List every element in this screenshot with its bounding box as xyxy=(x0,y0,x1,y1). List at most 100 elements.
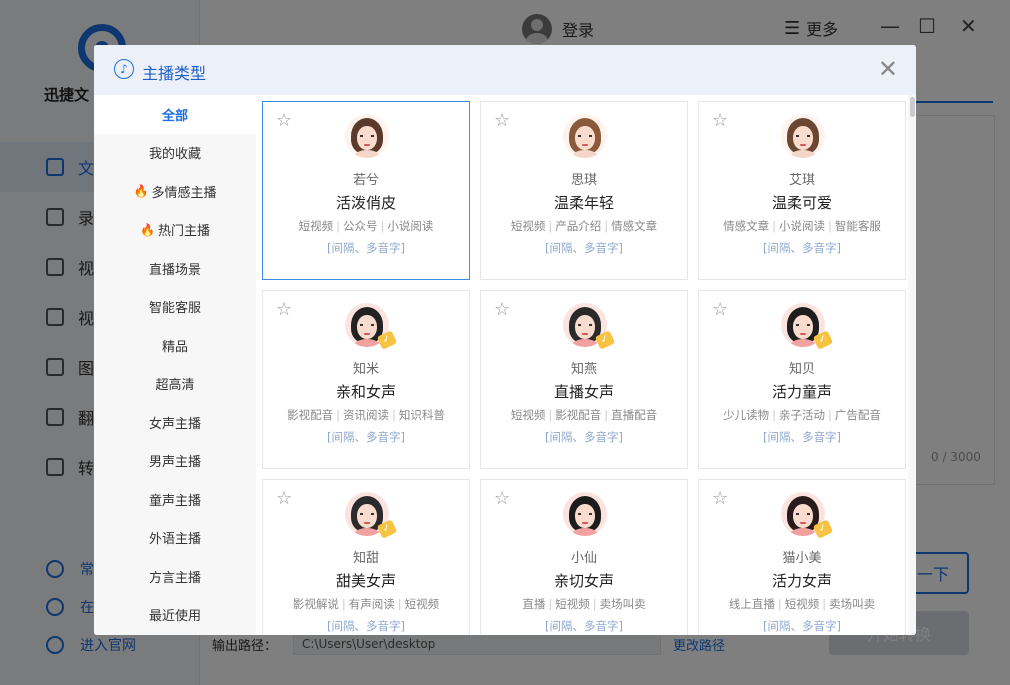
speaker-card[interactable]: ☆ ✓ 知甜 甜美女声 影视解说 | 有声阅读 | 短视频 [间隔、多音字] xyxy=(262,479,470,635)
speaker-tag: 小说阅读 xyxy=(387,219,434,233)
speaker-card[interactable]: ☆ 小仙亲切女声直播 | 短视频 | 卖场叫卖 [间隔、多音字] xyxy=(480,479,688,635)
avatar xyxy=(563,114,607,158)
star-icon[interactable]: ☆ xyxy=(276,112,292,130)
category-item[interactable]: 全部 xyxy=(94,95,256,134)
speaker-tag: 情感文章 xyxy=(723,219,770,233)
category-label: 我的收藏 xyxy=(148,147,201,163)
star-icon[interactable]: ☆ xyxy=(712,301,728,319)
tag-separator: | xyxy=(380,219,385,233)
category-item[interactable]: 超高清 xyxy=(94,365,256,404)
category-item[interactable]: 我的收藏 xyxy=(94,134,256,173)
category-label: 精品 xyxy=(161,339,188,355)
speaker-nickname: 艾琪 xyxy=(788,173,815,188)
speaker-nickname: 思琪 xyxy=(570,173,597,188)
speaker-tag: 有声阅读 xyxy=(348,597,395,611)
category-item[interactable]: 🔥 热门主播 xyxy=(94,211,256,250)
tag-separator: | xyxy=(828,219,832,233)
speaker-tag: 短视频 xyxy=(784,597,820,611)
category-item[interactable]: 外语主播 xyxy=(94,519,256,558)
star-icon[interactable]: ☆ xyxy=(494,490,510,508)
tag-separator: | xyxy=(772,219,776,233)
speaker-style: 活泼俏皮 xyxy=(335,194,396,212)
speaker-tag: 智能客服 xyxy=(834,219,881,233)
speaker-tag: 影视配音 xyxy=(555,408,602,422)
category-item[interactable]: 智能客服 xyxy=(94,288,256,327)
speaker-tags: 短视频 | 产品介绍 | 情感文章 xyxy=(481,218,687,234)
speaker-tag: 直播 xyxy=(522,597,546,611)
speaker-nickname: 小仙 xyxy=(570,551,597,566)
avatar xyxy=(563,492,607,536)
scrollbar-track[interactable] xyxy=(908,95,916,635)
dialog-title: 主播类型 xyxy=(142,64,207,83)
speaker-tag: 线上直播 xyxy=(728,597,775,611)
tag-separator: | xyxy=(604,219,609,233)
speaker-tag: 公众号 xyxy=(343,219,378,233)
speaker-card[interactable]: ☆ 思琪 温柔年轻 短视频 | 产品介绍 | 情感文章 [间隔、多音字] xyxy=(480,101,688,280)
category-label: 女声主播 xyxy=(148,416,201,432)
speaker-tag: 少儿读物 xyxy=(723,408,770,422)
tag-separator: | xyxy=(548,597,553,611)
speaker-tag: 卖场叫卖 xyxy=(829,597,876,611)
close-icon[interactable]: ✕ xyxy=(878,55,898,83)
category-item[interactable]: 方言主播 xyxy=(94,557,256,596)
speaker-tag: 资讯阅读 xyxy=(343,408,389,422)
category-label: 最近使用 xyxy=(148,609,201,625)
category-label: 智能客服 xyxy=(148,301,201,317)
speaker-card[interactable]: ☆ ✓ 知燕 直播女声 短视频 | 影视配音 | 直播配音 [间隔、多音字] xyxy=(480,290,688,469)
star-icon[interactable]: ☆ xyxy=(712,490,728,508)
category-item[interactable]: 🔥 多情感主播 xyxy=(94,172,256,211)
tag-separator: | xyxy=(777,597,782,611)
category-label: 外语主播 xyxy=(148,532,201,548)
speaker-style: 亲切女声 xyxy=(553,572,614,590)
speaker-style: 活力女声 xyxy=(771,572,832,590)
speaker-feature: [间隔、多音字] xyxy=(763,241,841,255)
speaker-tags: 短视频 | 公众号 | 小说阅读 xyxy=(263,218,469,234)
speaker-style: 甜美女声 xyxy=(335,572,396,590)
speaker-card[interactable]: ☆ 艾琪 温柔可爱 情感文章 | 小说阅读 | 智能客服 [间隔、多音字] xyxy=(698,101,906,280)
category-item[interactable]: 精品 xyxy=(94,326,256,365)
speaker-nickname: 知米 xyxy=(352,362,379,377)
speaker-card[interactable]: ☆ ✓ 知米 亲和女声 影视配音 | 资讯阅读 | 知识科普 [间隔、多音字] xyxy=(262,290,470,469)
category-item[interactable]: 直播场景 xyxy=(94,249,256,288)
speaker-tags: 影视解说 | 有声阅读 | 短视频 xyxy=(263,596,469,612)
speaker-tags: 情感文章 | 小说阅读 | 智能客服 xyxy=(699,218,905,234)
tag-separator: | xyxy=(341,597,346,611)
speaker-tag: 知识科普 xyxy=(398,408,445,422)
star-icon[interactable]: ☆ xyxy=(276,301,292,319)
star-icon[interactable]: ☆ xyxy=(276,490,292,508)
star-icon[interactable]: ☆ xyxy=(494,112,510,130)
category-item[interactable]: 最近使用 xyxy=(94,596,256,635)
category-label: 男声主播 xyxy=(148,455,201,471)
category-item[interactable]: 女声主播 xyxy=(94,403,256,442)
speaker-card[interactable]: ☆ 若兮 活泼俏皮 短视频 | 公众号 | 小说阅读 [间隔、多音字] xyxy=(262,101,470,280)
tag-separator: | xyxy=(392,408,396,422)
speaker-card[interactable]: ☆ ✓ 猫小美 活力女声 线上直播 | 短视频 | 卖场叫卖 [间隔、多音字] xyxy=(698,479,906,635)
avatar xyxy=(345,114,389,158)
star-icon[interactable]: ☆ xyxy=(712,112,728,130)
speaker-feature: [间隔、多音字] xyxy=(327,430,405,444)
speaker-card[interactable]: ☆ ✓ 知贝 活力童声 少儿读物 | 亲子活动 | 广告配音 [间隔、多音字] xyxy=(698,290,906,469)
speaker-feature: [间隔、多音字] xyxy=(545,619,623,633)
speaker-nickname: 知燕 xyxy=(570,362,597,377)
speaker-tag: 短视频 xyxy=(510,219,546,233)
speaker-tag: 影视配音 xyxy=(287,408,334,422)
tag-separator: | xyxy=(397,597,402,611)
speaker-tag: 影视解说 xyxy=(292,597,339,611)
category-item[interactable]: 童声主播 xyxy=(94,480,256,519)
speaker-nickname: 知甜 xyxy=(352,551,379,566)
category-label: 超高清 xyxy=(155,378,195,394)
category-label: 热门主播 xyxy=(157,224,210,240)
tag-separator: | xyxy=(592,597,597,611)
star-icon[interactable]: ☆ xyxy=(494,301,510,319)
speaker-style: 亲和女声 xyxy=(335,383,396,401)
speaker-tags: 直播 | 短视频 | 卖场叫卖 xyxy=(481,596,687,612)
category-label: 多情感主播 xyxy=(151,185,217,201)
speaker-tags: 短视频 | 影视配音 | 直播配音 xyxy=(481,407,687,423)
speaker-tag: 直播配音 xyxy=(611,408,658,422)
speaker-feature: [间隔、多音字] xyxy=(545,241,623,255)
music-note-icon: ♪ xyxy=(114,59,134,79)
speaker-tag: 卖场叫卖 xyxy=(599,597,646,611)
tag-separator: | xyxy=(822,597,827,611)
scrollbar-thumb[interactable] xyxy=(910,97,915,117)
category-item[interactable]: 男声主播 xyxy=(94,442,256,481)
